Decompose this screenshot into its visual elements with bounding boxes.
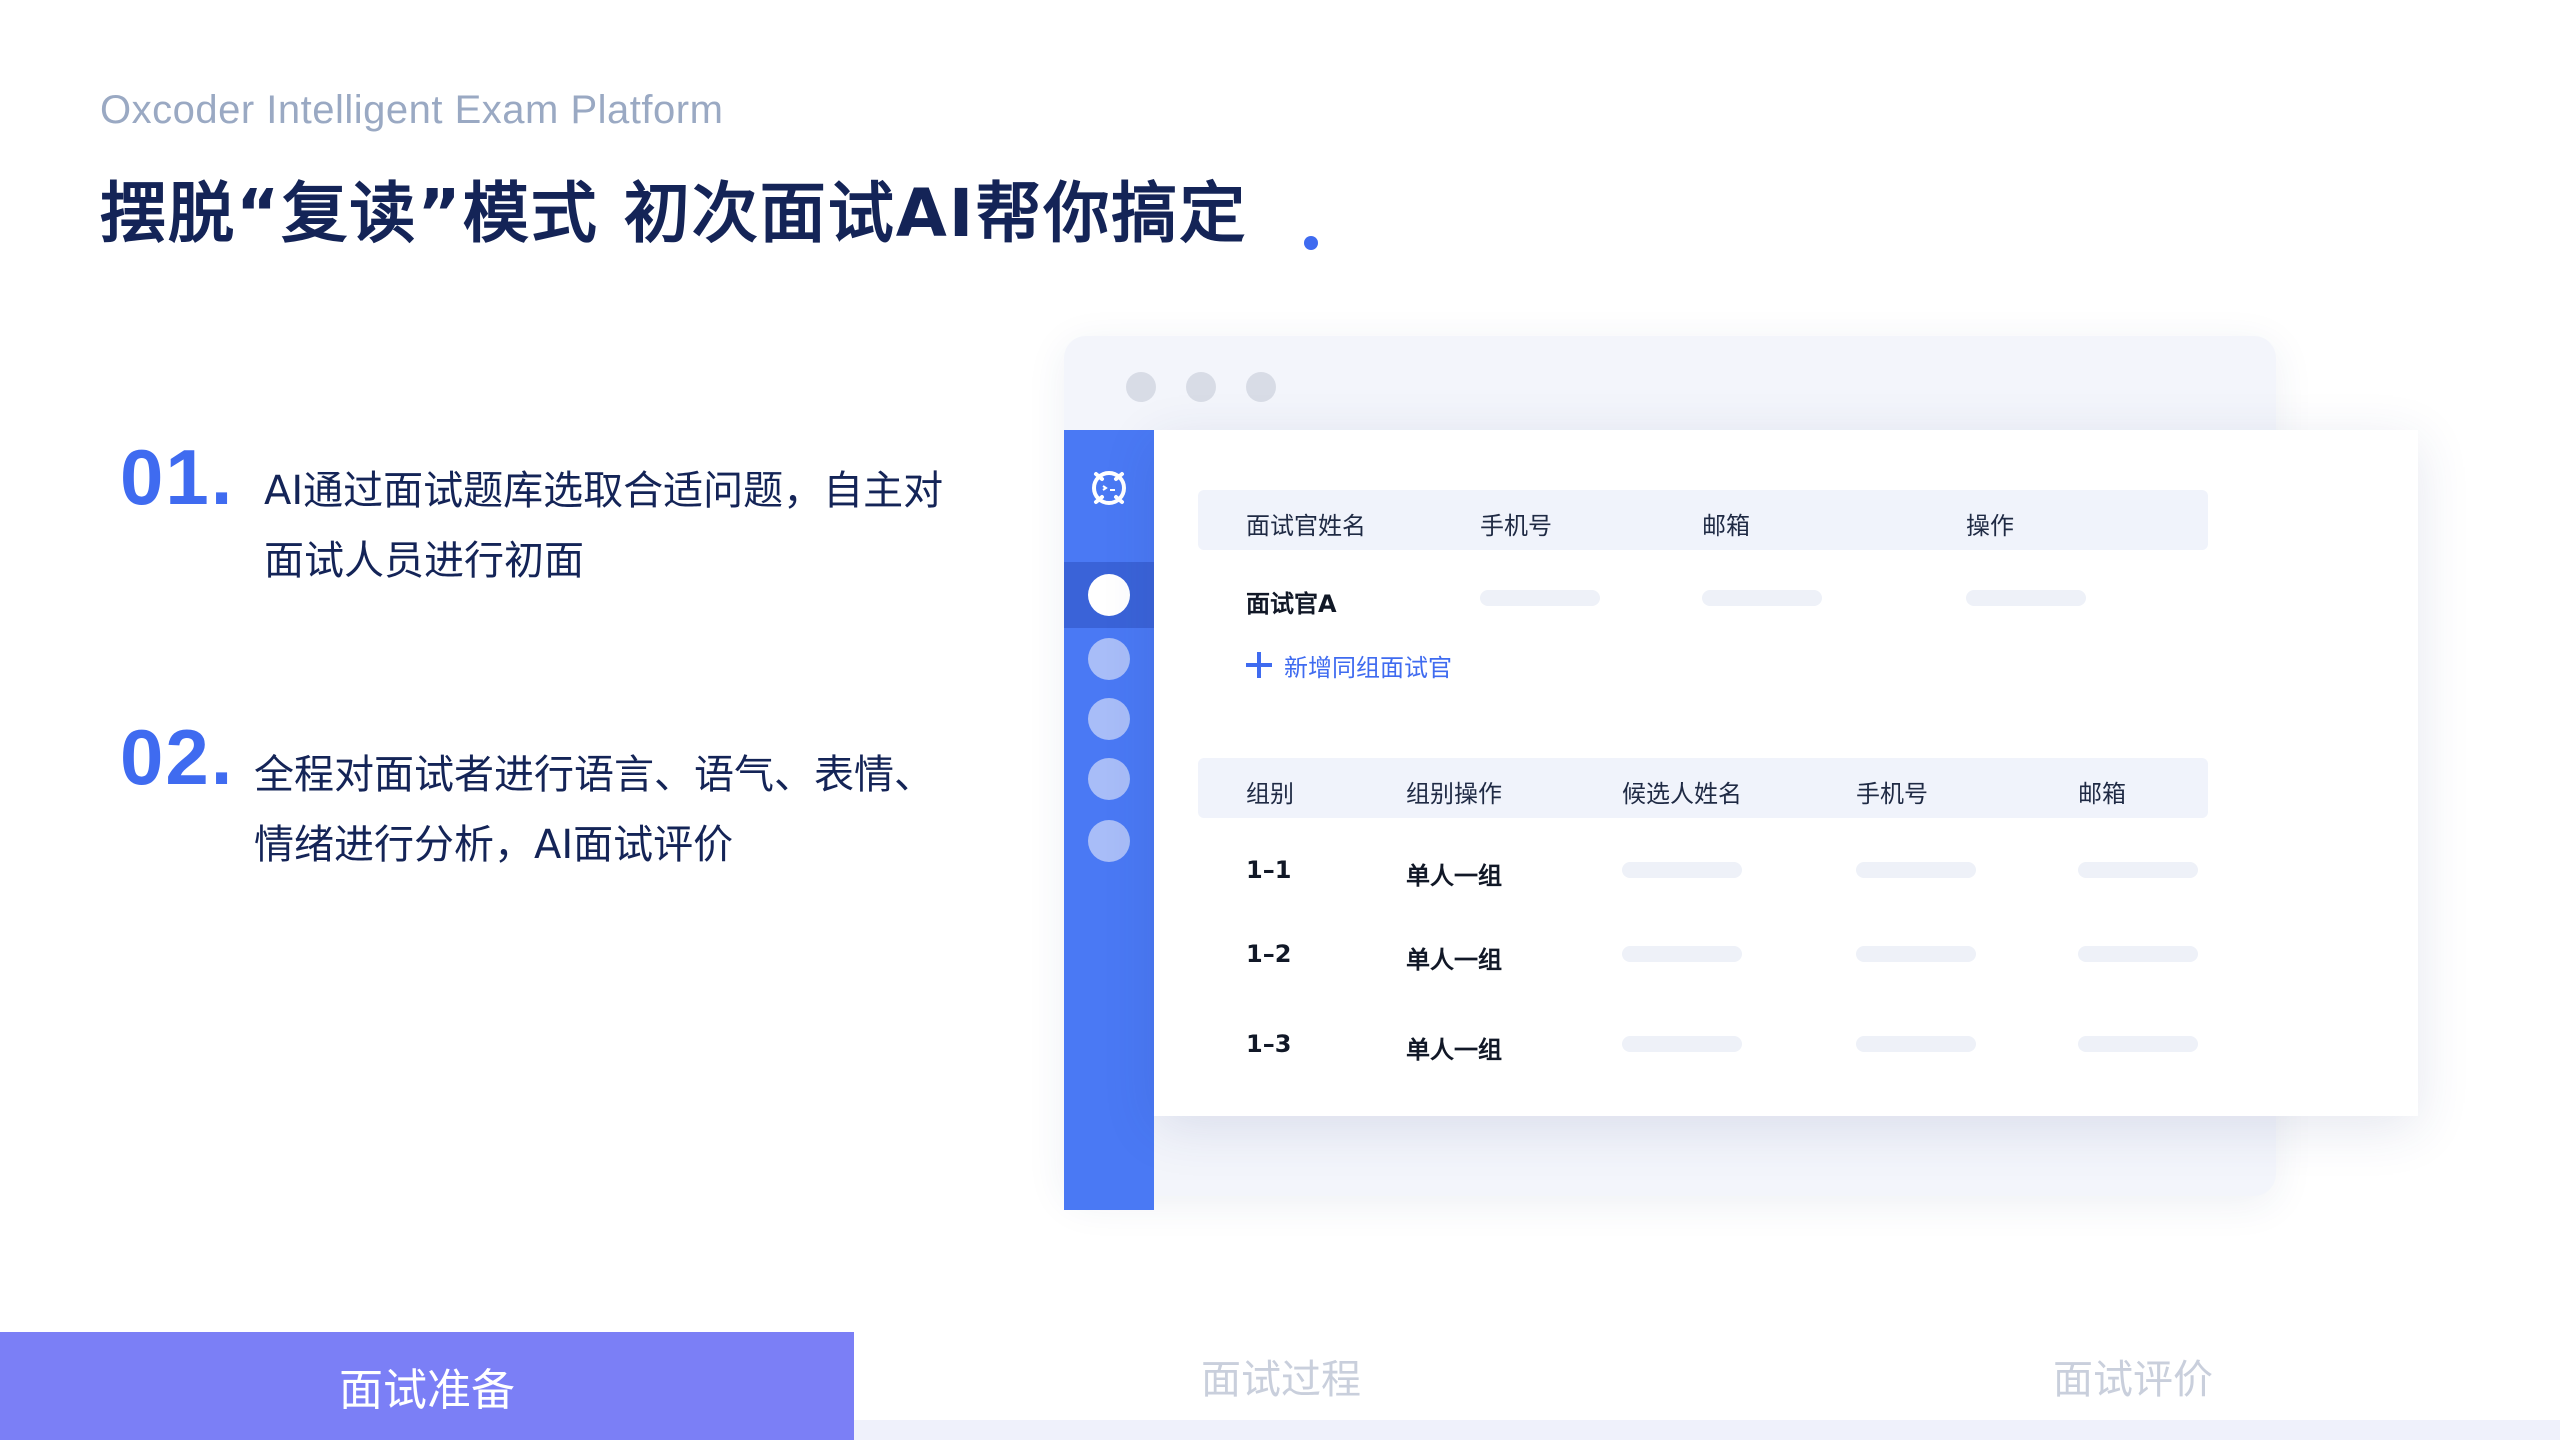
- placeholder-cell: [1966, 590, 2086, 606]
- placeholder-cell: [1856, 946, 1976, 962]
- placeholder-cell: [1622, 1036, 1742, 1052]
- point-number: 01.: [120, 433, 235, 521]
- tab-interview-evaluation[interactable]: 面试评价: [1706, 1332, 2560, 1420]
- group-operation[interactable]: 单人一组: [1406, 1030, 1502, 1065]
- column-header: 候选人姓名: [1622, 780, 1742, 808]
- group-id: 1–3: [1246, 1030, 1292, 1058]
- page-title: 摆脱“复读”模式 初次面试AI帮你搞定: [100, 175, 1248, 252]
- app-logo-icon: [1092, 471, 1126, 505]
- column-header: 面试官姓名: [1246, 512, 1366, 540]
- group-id: 1–2: [1246, 940, 1292, 968]
- tab-strip-decoration: [854, 1420, 2560, 1440]
- window-control-dot[interactable]: [1186, 372, 1216, 402]
- platform-subtitle: Oxcoder Intelligent Exam Platform: [100, 88, 724, 132]
- group-id: 1–1: [1246, 856, 1292, 884]
- column-header: 邮箱: [1702, 512, 1750, 540]
- placeholder-cell: [1702, 590, 1822, 606]
- placeholder-cell: [1622, 862, 1742, 878]
- bottom-tab-bar: 面试准备 面试过程 面试评价: [0, 1332, 2560, 1440]
- column-header: 手机号: [1856, 780, 1928, 808]
- sidebar-item-icon[interactable]: [1088, 820, 1130, 862]
- point-text-line: 情绪进行分析，AI面试评价: [254, 822, 734, 868]
- window-control-dot[interactable]: [1246, 372, 1276, 402]
- placeholder-cell: [2078, 862, 2198, 878]
- add-interviewer-button[interactable]: 新增同组面试官: [1244, 648, 1452, 682]
- column-header: 组别: [1246, 780, 1294, 808]
- point-number: 02.: [120, 713, 235, 801]
- add-interviewer-label: 新增同组面试官: [1284, 653, 1452, 682]
- sidebar-item-icon[interactable]: [1088, 758, 1130, 800]
- point-text-line: 面试人员进行初面: [264, 538, 584, 584]
- column-header: 邮箱: [2078, 780, 2126, 808]
- title-dot-decoration: [1304, 236, 1318, 250]
- placeholder-cell: [1856, 862, 1976, 878]
- column-header: 操作: [1966, 512, 2014, 540]
- tab-interview-process[interactable]: 面试过程: [854, 1332, 1708, 1420]
- column-header: 组别操作: [1406, 780, 1502, 808]
- placeholder-cell: [2078, 1036, 2198, 1052]
- group-operation[interactable]: 单人一组: [1406, 856, 1502, 891]
- tab-interview-prep[interactable]: 面试准备: [0, 1332, 854, 1440]
- placeholder-cell: [2078, 946, 2198, 962]
- sidebar-item-icon[interactable]: [1088, 638, 1130, 680]
- window-control-dot[interactable]: [1126, 372, 1156, 402]
- placeholder-cell: [1622, 946, 1742, 962]
- column-header: 手机号: [1480, 512, 1552, 540]
- group-operation[interactable]: 单人一组: [1406, 940, 1502, 975]
- interviewer-name: 面试官A: [1246, 590, 1337, 618]
- placeholder-cell: [1480, 590, 1600, 606]
- placeholder-cell: [1856, 1036, 1976, 1052]
- point-text-line: 全程对面试者进行语言、语气、表情、: [254, 752, 934, 798]
- point-text-line: AI通过面试题库选取合适问题，自主对: [264, 468, 944, 514]
- plus-icon: [1244, 650, 1274, 680]
- sidebar-item-icon[interactable]: [1088, 698, 1130, 740]
- sidebar-item-icon[interactable]: [1088, 574, 1130, 616]
